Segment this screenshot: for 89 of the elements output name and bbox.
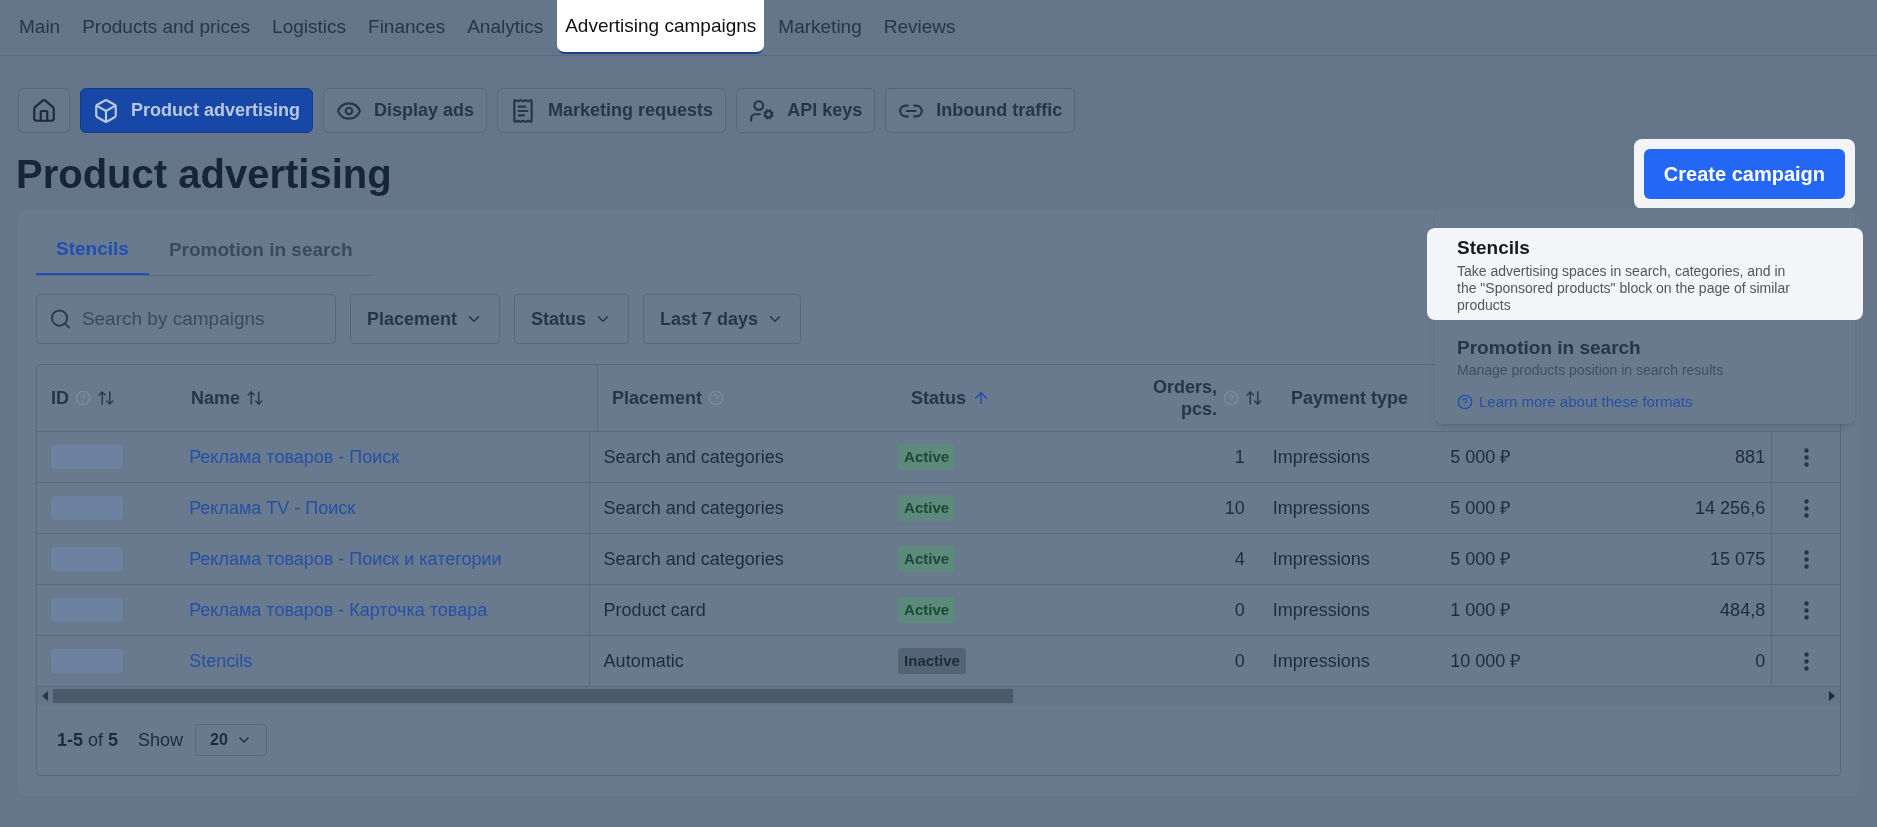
top-nav-tab[interactable]: Reviews xyxy=(875,0,964,55)
orders-count: 1 xyxy=(1234,445,1245,469)
campaign-name-link[interactable]: Реклама товаров - Карточка товара xyxy=(189,596,488,624)
top-nav-tab[interactable]: Finances xyxy=(360,0,454,55)
filter-dropdown[interactable]: Status xyxy=(514,294,630,344)
status-tag: Inactive xyxy=(898,647,966,675)
placement-text: Search and categories xyxy=(603,496,784,520)
section-nav-button[interactable]: API keys xyxy=(736,88,876,133)
payment-type-text: Impressions xyxy=(1272,445,1370,469)
sort-icon[interactable] xyxy=(1245,389,1263,407)
learn-more-link[interactable]: Learn more about these formats xyxy=(1479,391,1693,414)
amount-value: 15 075 xyxy=(1710,547,1766,571)
placement-text: Search and categories xyxy=(603,547,784,571)
budget-amount: 5 000 ₽ xyxy=(1450,547,1511,571)
show-label: Show xyxy=(138,728,184,752)
campaign-name-link[interactable]: Реклама товаров - Поиск xyxy=(189,443,400,471)
more-menu-button[interactable] xyxy=(1801,598,1811,622)
more-icon xyxy=(1803,549,1809,569)
payment-type-text: Impressions xyxy=(1272,649,1370,673)
filter-dropdown[interactable]: Placement xyxy=(350,294,501,344)
orders-count: 10 xyxy=(1224,496,1245,520)
campaign-name-link[interactable]: Stencils xyxy=(189,647,253,675)
placement-text: Search and categories xyxy=(603,445,784,469)
top-nav-tab[interactable]: Advertising campaigns xyxy=(557,0,765,54)
orders-count: 0 xyxy=(1234,649,1245,673)
more-menu-button[interactable] xyxy=(1801,445,1811,469)
status-tag: Active xyxy=(898,545,956,573)
scroll-right-icon[interactable] xyxy=(1828,691,1836,701)
section-nav-button[interactable]: Display ads xyxy=(323,88,488,133)
payment-type-text: Impressions xyxy=(1272,598,1370,622)
campaign-tab[interactable]: Stencils xyxy=(36,225,149,275)
placement-text: Product card xyxy=(603,598,706,622)
payment-type-text: Impressions xyxy=(1272,496,1370,520)
budget-amount: 5 000 ₽ xyxy=(1450,445,1511,469)
campaign-name-link[interactable]: Реклама TV - Поиск xyxy=(189,494,356,522)
more-icon xyxy=(1803,600,1809,620)
more-icon xyxy=(1803,447,1809,467)
amount-value: 14 256,6 xyxy=(1695,496,1766,520)
campaign-name-link[interactable]: Реклама товаров - Поиск и категории xyxy=(189,545,502,573)
column-header: Name xyxy=(191,386,241,410)
option-title: Stencils xyxy=(1457,236,1531,260)
amount-value: 0 xyxy=(1755,649,1766,673)
section-nav-button[interactable]: Inbound traffic xyxy=(885,88,1076,133)
page-size-dropdown[interactable]: 20 xyxy=(195,724,267,756)
orders-count: 4 xyxy=(1234,547,1245,571)
scroll-left-icon[interactable] xyxy=(41,691,49,701)
menu-option[interactable]: Stencils Take advertising spaces in search, categories, and in the "Sponsored products" block on the page of similar products xyxy=(1427,228,1863,320)
status-tag: Active xyxy=(898,494,956,522)
more-menu-button[interactable] xyxy=(1801,496,1811,520)
create-campaign-button[interactable]: Create campaign xyxy=(1643,149,1845,199)
more-menu-button[interactable] xyxy=(1801,547,1811,571)
column-header: Payment type xyxy=(1291,386,1409,410)
budget-amount: 5 000 ₽ xyxy=(1450,496,1511,520)
section-nav-button[interactable]: Marketing requests xyxy=(497,88,727,133)
top-nav-tab[interactable]: Analytics xyxy=(459,0,552,55)
help-icon xyxy=(1457,394,1473,411)
sort-icon[interactable] xyxy=(97,389,115,407)
filter-dropdown[interactable]: Last 7 days xyxy=(643,294,802,344)
column-header: Placement xyxy=(612,386,703,410)
more-icon xyxy=(1803,651,1809,671)
column-header: Orders, pcs. xyxy=(1151,376,1217,420)
column-header: Status xyxy=(911,386,966,410)
horizontal-scrollbar[interactable] xyxy=(37,687,1840,705)
cube-icon xyxy=(93,97,119,124)
option-description: Take advertising spaces in search, categories, and in the "Sponsored products" block on the page of similar products xyxy=(1457,262,1791,314)
top-nav-tab[interactable]: Marketing xyxy=(770,0,870,55)
top-nav-tab[interactable]: Logistics xyxy=(264,0,355,55)
home-button[interactable] xyxy=(18,88,70,133)
option-title: Promotion in search xyxy=(1457,335,1642,360)
home-icon xyxy=(31,97,57,124)
payment-type-text: Impressions xyxy=(1272,547,1370,571)
status-tag: Active xyxy=(898,443,956,471)
amount-value: 484,8 xyxy=(1720,598,1766,622)
column-header: ID xyxy=(51,386,69,410)
pagination-range: 1-5 of 5 xyxy=(57,728,119,752)
top-nav-tab[interactable]: Products and prices xyxy=(74,0,259,55)
page-title: Product advertising xyxy=(16,151,392,198)
budget-amount: 1 000 ₽ xyxy=(1450,598,1511,622)
orders-count: 0 xyxy=(1234,598,1245,622)
top-nav-tab[interactable]: Main xyxy=(11,0,69,55)
status-tag: Active xyxy=(898,596,956,624)
placement-text: Automatic xyxy=(603,649,684,673)
sort-icon[interactable] xyxy=(246,389,265,407)
amount-value: 881 xyxy=(1735,445,1766,469)
more-menu-button[interactable] xyxy=(1801,649,1811,673)
budget-amount: 10 000 ₽ xyxy=(1450,649,1521,673)
more-icon xyxy=(1803,498,1809,518)
sort-ascending-icon[interactable] xyxy=(972,389,990,407)
section-nav-button[interactable]: Product advertising xyxy=(80,88,314,133)
